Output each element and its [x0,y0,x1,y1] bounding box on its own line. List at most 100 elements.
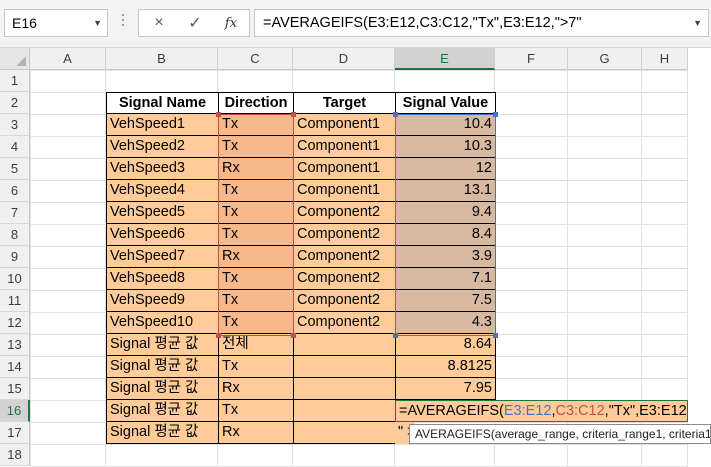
column-header-e[interactable]: E [395,48,495,70]
row-header-6[interactable]: 6 [0,180,30,202]
cell-b12[interactable]: VehSpeed10 [106,312,219,334]
cell-c8[interactable]: Tx [218,224,294,246]
row-header-14[interactable]: 14 [0,356,30,378]
header-cell-c[interactable]: Direction [218,92,294,114]
cell-c17[interactable]: Rx [218,422,294,444]
row-header-3[interactable]: 3 [0,114,30,136]
cell-d14[interactable] [293,356,396,378]
cell-d17[interactable] [293,422,396,444]
cell-d10[interactable]: Component2 [293,268,396,290]
row-header-10[interactable]: 10 [0,268,30,290]
cell-c6[interactable]: Tx [218,180,294,202]
cell-c14[interactable]: Tx [218,356,294,378]
header-cell-e[interactable]: Signal Value [395,92,496,114]
row-header-18[interactable]: 18 [0,444,30,466]
cell-c4[interactable]: Tx [218,136,294,158]
row-header-13[interactable]: 13 [0,334,30,356]
cell-c12[interactable]: Tx [218,312,294,334]
grid-right-edge [688,70,711,467]
cell-d12[interactable]: Component2 [293,312,396,334]
cell-d3[interactable]: Component1 [293,114,396,136]
cell-d15[interactable] [293,378,396,400]
row-header-7[interactable]: 7 [0,202,30,224]
column-header-c[interactable]: C [218,48,293,70]
row-header-11[interactable]: 11 [0,290,30,312]
cell-e3[interactable]: 10.4 [395,114,496,136]
row-header-9[interactable]: 9 [0,246,30,268]
row-header-4[interactable]: 4 [0,136,30,158]
cell-c13[interactable]: 전체 [218,334,294,356]
row-header-17[interactable]: 17 [0,422,30,444]
check-icon[interactable]: ✓ [177,10,213,36]
insert-function-button[interactable]: fx [213,10,249,36]
cell-d4[interactable]: Component1 [293,136,396,158]
grip-handle-icon[interactable] [121,14,125,32]
cell-b16[interactable]: Signal 평균 값 [106,400,219,422]
cell-e11[interactable]: 7.5 [395,290,496,312]
cell-c10[interactable]: Tx [218,268,294,290]
cell-e9[interactable]: 3.9 [395,246,496,268]
formula-input[interactable]: =AVERAGEIFS(E3:E12,C3:C12,"Tx",E3:E12,">… [254,9,709,37]
cell-e12[interactable]: 4.3 [395,312,496,334]
name-box[interactable]: E16 ▼ [4,9,108,37]
cell-c16[interactable]: Tx [218,400,294,422]
cell-d16[interactable] [293,400,396,422]
cell-b6[interactable]: VehSpeed4 [106,180,219,202]
cell-b3[interactable]: VehSpeed1 [106,114,219,136]
active-cell-editor[interactable]: =AVERAGEIFS(E3:E12,C3:C12,"Tx",E3:E12, [395,400,688,422]
cell-b14[interactable]: Signal 평균 값 [106,356,219,378]
cell-e8[interactable]: 8.4 [395,224,496,246]
row-header-8[interactable]: 8 [0,224,30,246]
cell-d9[interactable]: Component2 [293,246,396,268]
cell-e10[interactable]: 7.1 [395,268,496,290]
cell-b10[interactable]: VehSpeed8 [106,268,219,290]
column-header-b[interactable]: B [106,48,218,70]
cell-e4[interactable]: 10.3 [395,136,496,158]
cell-e13[interactable]: 8.64 [395,334,496,356]
cell-c11[interactable]: Tx [218,290,294,312]
cell-d7[interactable]: Component2 [293,202,396,224]
column-header-d[interactable]: D [293,48,395,70]
cell-e5[interactable]: 12 [395,158,496,180]
row-header-12[interactable]: 12 [0,312,30,334]
cell-d11[interactable]: Component2 [293,290,396,312]
cell-b17[interactable]: Signal 평균 값 [106,422,219,444]
cell-d8[interactable]: Component2 [293,224,396,246]
cell-b5[interactable]: VehSpeed3 [106,158,219,180]
row-header-5[interactable]: 5 [0,158,30,180]
row-header-16[interactable]: 16 [0,400,30,422]
row-header-15[interactable]: 15 [0,378,30,400]
function-argument-tooltip[interactable]: AVERAGEIFS(average_range, criteria_range… [409,424,711,444]
cell-d5[interactable]: Component1 [293,158,396,180]
cancel-icon[interactable]: × [141,10,177,36]
cell-c3[interactable]: Tx [218,114,294,136]
cell-b15[interactable]: Signal 평균 값 [106,378,219,400]
cell-b4[interactable]: VehSpeed2 [106,136,219,158]
cell-b8[interactable]: VehSpeed6 [106,224,219,246]
column-header-h[interactable]: H [642,48,688,70]
chevron-down-icon[interactable]: ▼ [93,10,102,36]
cell-e7[interactable]: 9.4 [395,202,496,224]
column-header-a[interactable]: A [30,48,106,70]
cell-b9[interactable]: VehSpeed7 [106,246,219,268]
cell-c5[interactable]: Rx [218,158,294,180]
cell-c9[interactable]: Rx [218,246,294,268]
cell-b13[interactable]: Signal 평균 값 [106,334,219,356]
cell-d13[interactable] [293,334,396,356]
row-header-1[interactable]: 1 [0,70,30,92]
cell-e14[interactable]: 8.8125 [395,356,496,378]
cell-b11[interactable]: VehSpeed9 [106,290,219,312]
header-cell-d[interactable]: Target [293,92,396,114]
cell-e6[interactable]: 13.1 [395,180,496,202]
header-cell-b[interactable]: Signal Name [106,92,219,114]
column-header-g[interactable]: G [568,48,642,70]
row-header-2[interactable]: 2 [0,92,30,114]
column-header-f[interactable]: F [495,48,568,70]
cell-c7[interactable]: Tx [218,202,294,224]
cell-e15[interactable]: 7.95 [395,378,496,400]
select-all-button[interactable] [0,48,30,70]
cell-c15[interactable]: Rx [218,378,294,400]
cell-b7[interactable]: VehSpeed5 [106,202,219,224]
expand-formula-bar-icon[interactable]: ▼ [693,10,702,36]
cell-d6[interactable]: Component1 [293,180,396,202]
